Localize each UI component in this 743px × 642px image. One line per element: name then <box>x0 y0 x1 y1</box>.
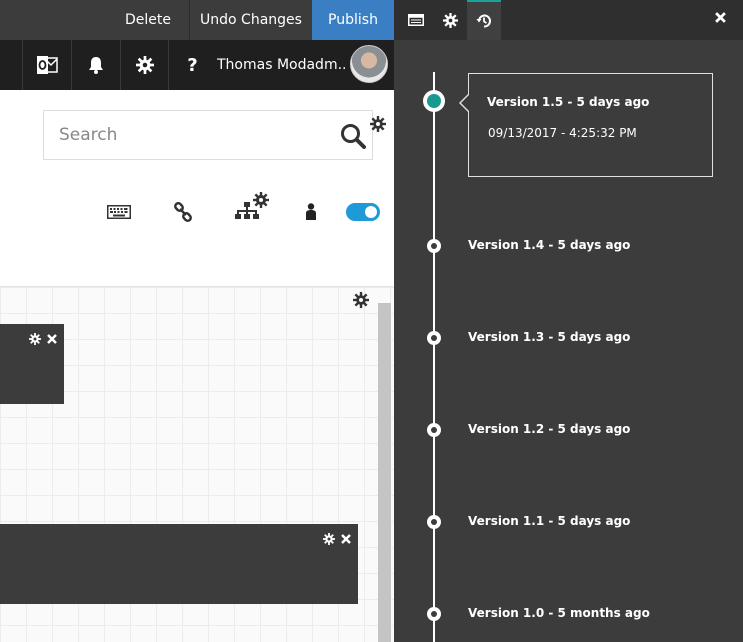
avatar[interactable] <box>350 45 388 83</box>
tab-list[interactable] <box>399 0 433 40</box>
version-item-1-2[interactable]: Version 1.2 - 5 days ago <box>468 422 630 436</box>
version-item-1-0[interactable]: Version 1.0 - 5 months ago <box>468 606 650 620</box>
search-box <box>43 110 373 160</box>
popup-version-date: 09/13/2017 - 4:25:32 PM <box>488 126 637 140</box>
outlook-icon <box>37 56 58 74</box>
publish-button[interactable]: Publish <box>312 0 394 40</box>
block-settings-icon[interactable] <box>323 533 335 545</box>
block-close-icon[interactable] <box>47 334 57 344</box>
gear-icon <box>442 12 458 28</box>
tab-history[interactable] <box>467 0 501 40</box>
help-button[interactable]: ? <box>168 40 216 90</box>
timeline-node[interactable] <box>427 515 441 529</box>
version-popup: Version 1.5 - 5 days ago 09/13/2017 - 4:… <box>459 73 713 177</box>
notifications-button[interactable] <box>71 40 120 90</box>
version-history-panel: Version 1.5 - 5 days ago 09/13/2017 - 4:… <box>394 0 743 642</box>
search-settings-icon[interactable] <box>370 116 386 132</box>
grid-settings-icon[interactable] <box>353 292 369 308</box>
version-item-1-1[interactable]: Version 1.1 - 5 days ago <box>468 514 630 528</box>
bell-icon <box>89 57 103 74</box>
person-icon[interactable] <box>305 203 317 221</box>
list-icon <box>408 14 424 26</box>
admin-bar: Delete Undo Changes Publish <box>0 0 394 40</box>
undo-changes-button[interactable]: Undo Changes <box>189 0 312 40</box>
history-icon <box>476 14 491 28</box>
timeline-line <box>433 72 435 642</box>
user-name[interactable]: Thomas Modadm... <box>217 40 347 90</box>
settings-button[interactable] <box>120 40 168 90</box>
content-block[interactable] <box>0 324 64 404</box>
view-toggle[interactable] <box>346 203 380 221</box>
timeline-node-active[interactable] <box>423 90 445 112</box>
search-icon[interactable] <box>340 123 366 149</box>
search-input[interactable] <box>44 111 324 159</box>
question-icon: ? <box>187 54 198 76</box>
timeline-node[interactable] <box>427 239 441 253</box>
popup-version-title: Version 1.5 - 5 days ago <box>487 95 650 109</box>
link-icon[interactable] <box>173 202 193 222</box>
timeline-node[interactable] <box>427 607 441 621</box>
timeline-node[interactable] <box>427 331 441 345</box>
site-header: ? Thomas Modadm... <box>0 40 394 90</box>
version-item-1-4[interactable]: Version 1.4 - 5 days ago <box>468 238 630 252</box>
gear-icon <box>135 56 154 74</box>
sitemap-gear-icon[interactable] <box>235 192 271 222</box>
close-icon[interactable] <box>715 12 726 23</box>
panel-tabs <box>394 0 743 40</box>
delete-button[interactable]: Delete <box>107 0 189 40</box>
block-close-icon[interactable] <box>341 534 351 544</box>
timeline-node[interactable] <box>427 423 441 437</box>
block-settings-icon[interactable] <box>29 333 41 345</box>
content-block[interactable] <box>0 524 358 604</box>
outlook-button[interactable] <box>22 40 71 90</box>
tab-settings[interactable] <box>433 0 467 40</box>
vertical-scrollbar[interactable] <box>378 303 391 642</box>
version-item-1-3[interactable]: Version 1.3 - 5 days ago <box>468 330 630 344</box>
keyboard-icon[interactable] <box>107 205 131 219</box>
